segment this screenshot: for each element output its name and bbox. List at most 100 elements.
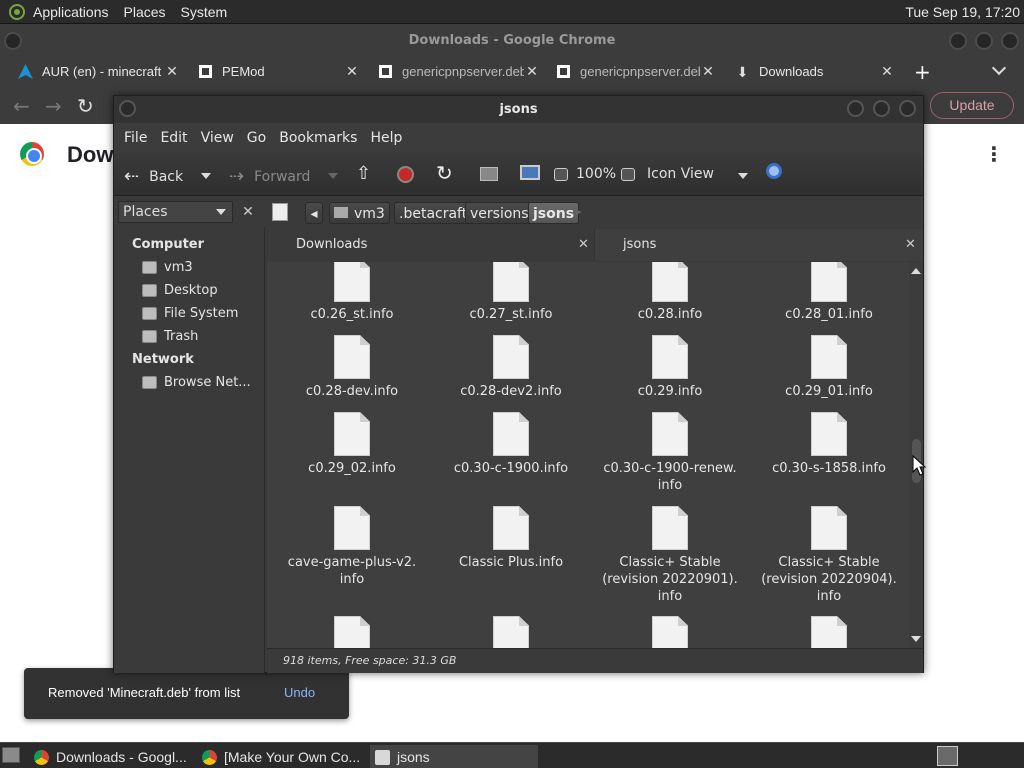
file-item[interactable]: c0.28.info: [595, 262, 745, 323]
sidebar-item-file-system[interactable]: File System: [142, 306, 238, 321]
file-item[interactable]: [595, 616, 745, 648]
menu-system[interactable]: System: [181, 4, 228, 20]
menu-places[interactable]: Places: [124, 4, 166, 20]
window-menu-button[interactable]: [119, 100, 136, 117]
minimize-button[interactable]: [847, 100, 864, 117]
edit-location-icon[interactable]: [272, 203, 288, 221]
show-desktop-icon[interactable]: [2, 747, 20, 763]
more-options-icon[interactable]: ⋮: [984, 142, 1004, 166]
forward-history-dropdown-icon[interactable]: [328, 173, 338, 179]
breadcrumb: ◂ vm3 .betacraft versions jsons ▸: [267, 197, 923, 227]
tab-downloads[interactable]: Downloads ✕: [267, 229, 594, 261]
close-icon[interactable]: ✕: [164, 63, 180, 80]
menu-applications[interactable]: Applications: [33, 4, 109, 20]
file-item[interactable]: c0.29_02.info: [277, 412, 427, 477]
close-icon[interactable]: ✕: [524, 63, 540, 80]
scroll-up-icon[interactable]: [911, 268, 921, 274]
file-item[interactable]: cave-game-plus-v2. info: [277, 506, 427, 588]
file-item[interactable]: c0.29.info: [595, 335, 745, 400]
breadcrumb-jsons[interactable]: jsons: [528, 202, 580, 224]
menu-file[interactable]: File: [124, 130, 147, 146]
chrome-tab-genericpnpserver-2[interactable]: genericpnpserver.deb ✕: [556, 57, 716, 86]
undo-button[interactable]: Undo: [284, 685, 315, 700]
chrome-tab-label: Downloads: [759, 64, 824, 79]
task-jsons[interactable]: jsons: [370, 745, 538, 768]
back-arrow-icon[interactable]: ←: [13, 94, 30, 118]
sidebar-item-label: Desktop: [164, 283, 218, 298]
close-icon[interactable]: ✕: [700, 63, 716, 80]
breadcrumb-scroll-right-icon[interactable]: ▸: [576, 205, 582, 218]
file-item[interactable]: Classic+ Stable (revision 20220901). inf…: [595, 506, 745, 605]
file-item[interactable]: [754, 616, 904, 648]
home-folder-icon[interactable]: [480, 167, 498, 181]
zoom-out-icon[interactable]: [554, 168, 568, 181]
sidebar-item-vm3[interactable]: vm3: [142, 260, 193, 275]
breadcrumb-betacraft[interactable]: .betacraft: [394, 202, 473, 224]
menu-go[interactable]: Go: [247, 130, 266, 146]
workspace-switcher[interactable]: [937, 746, 958, 766]
task-chrome-downloads[interactable]: Downloads - Googl...: [34, 745, 202, 768]
file-item[interactable]: c0.26_st.info: [277, 262, 427, 323]
chrome-minimize-button[interactable]: [949, 32, 967, 50]
stop-icon[interactable]: [397, 166, 414, 183]
close-icon[interactable]: ✕: [905, 229, 916, 261]
menu-view[interactable]: View: [201, 130, 234, 146]
breadcrumb-vm3[interactable]: vm3: [329, 202, 390, 224]
sidebar-item-browse-network[interactable]: Browse Net...: [142, 375, 251, 390]
chrome-window-menu-button[interactable]: [4, 32, 22, 50]
tab-search-chevron-icon[interactable]: [991, 60, 1007, 76]
sidebar-item-trash[interactable]: Trash: [142, 329, 198, 344]
breadcrumb-versions[interactable]: versions: [465, 202, 534, 224]
update-button[interactable]: Update: [930, 92, 1014, 119]
close-button[interactable]: [899, 100, 916, 117]
close-icon[interactable]: ✕: [879, 63, 895, 80]
reload-icon[interactable]: ↻: [436, 161, 453, 185]
side-pane-selector[interactable]: Places: [118, 201, 233, 223]
scroll-down-icon[interactable]: [911, 636, 921, 642]
chrome-tab-genericpnpserver-1[interactable]: genericpnpserver.deb ✕: [378, 57, 540, 86]
close-side-pane-icon[interactable]: ✕: [237, 201, 259, 223]
file-item[interactable]: [277, 616, 427, 648]
chrome-maximize-button[interactable]: [975, 32, 993, 50]
menu-edit[interactable]: Edit: [160, 130, 187, 146]
file-item[interactable]: Classic+ Stable (revision 20220904). inf…: [754, 506, 904, 605]
new-tab-icon[interactable]: +: [914, 60, 931, 84]
back-button[interactable]: ⇠ Back: [124, 166, 183, 187]
search-icon[interactable]: [766, 163, 782, 179]
file-item[interactable]: c0.27_st.info: [436, 262, 586, 323]
file-item[interactable]: c0.29_01.info: [754, 335, 904, 400]
chrome-tab-downloads[interactable]: ⬇ Downloads ✕: [735, 57, 895, 86]
close-icon[interactable]: ✕: [344, 63, 360, 80]
chrome-tab-aur[interactable]: AUR (en) - minecraft ✕: [18, 57, 180, 86]
task-chrome-make-your-own[interactable]: [Make Your Own Co...: [202, 745, 370, 768]
forward-arrow-icon[interactable]: →: [45, 94, 62, 118]
up-arrow-icon[interactable]: ⇧: [356, 163, 371, 184]
reload-icon[interactable]: ↻: [77, 94, 94, 118]
mate-logo-icon[interactable]: [9, 3, 25, 20]
sidebar-item-desktop[interactable]: Desktop: [142, 283, 218, 298]
zoom-in-icon[interactable]: [621, 168, 635, 181]
file-item[interactable]: [436, 616, 586, 648]
view-mode-dropdown-icon[interactable]: [738, 173, 748, 179]
view-mode-select[interactable]: Icon View: [647, 166, 714, 182]
close-icon[interactable]: ✕: [578, 229, 589, 261]
file-item[interactable]: c0.28-dev2.info: [436, 335, 586, 400]
computer-icon[interactable]: [520, 165, 540, 180]
file-item[interactable]: c0.30-c-1900-renew. info: [595, 412, 745, 494]
file-item[interactable]: Classic Plus.info: [436, 506, 586, 571]
forward-button[interactable]: ⇢ Forward: [229, 166, 310, 187]
file-item[interactable]: c0.28-dev.info: [277, 335, 427, 400]
breadcrumb-scroll-left-icon[interactable]: ◂: [305, 202, 323, 224]
clock[interactable]: Tue Sep 19, 17:20: [905, 4, 1020, 20]
chrome-close-button[interactable]: [1001, 32, 1019, 50]
maximize-button[interactable]: [873, 100, 890, 117]
menu-help[interactable]: Help: [370, 130, 402, 146]
tab-jsons[interactable]: jsons ✕: [595, 229, 923, 261]
file-manager-title: jsons: [499, 102, 538, 117]
menu-bookmarks[interactable]: Bookmarks: [279, 130, 357, 146]
file-item[interactable]: c0.28_01.info: [754, 262, 904, 323]
back-history-dropdown-icon[interactable]: [201, 173, 211, 179]
file-item[interactable]: c0.30-c-1900.info: [436, 412, 586, 477]
file-item[interactable]: c0.30-s-1858.info: [754, 412, 904, 477]
chrome-tab-pemod[interactable]: PEMod ✕: [198, 57, 360, 86]
